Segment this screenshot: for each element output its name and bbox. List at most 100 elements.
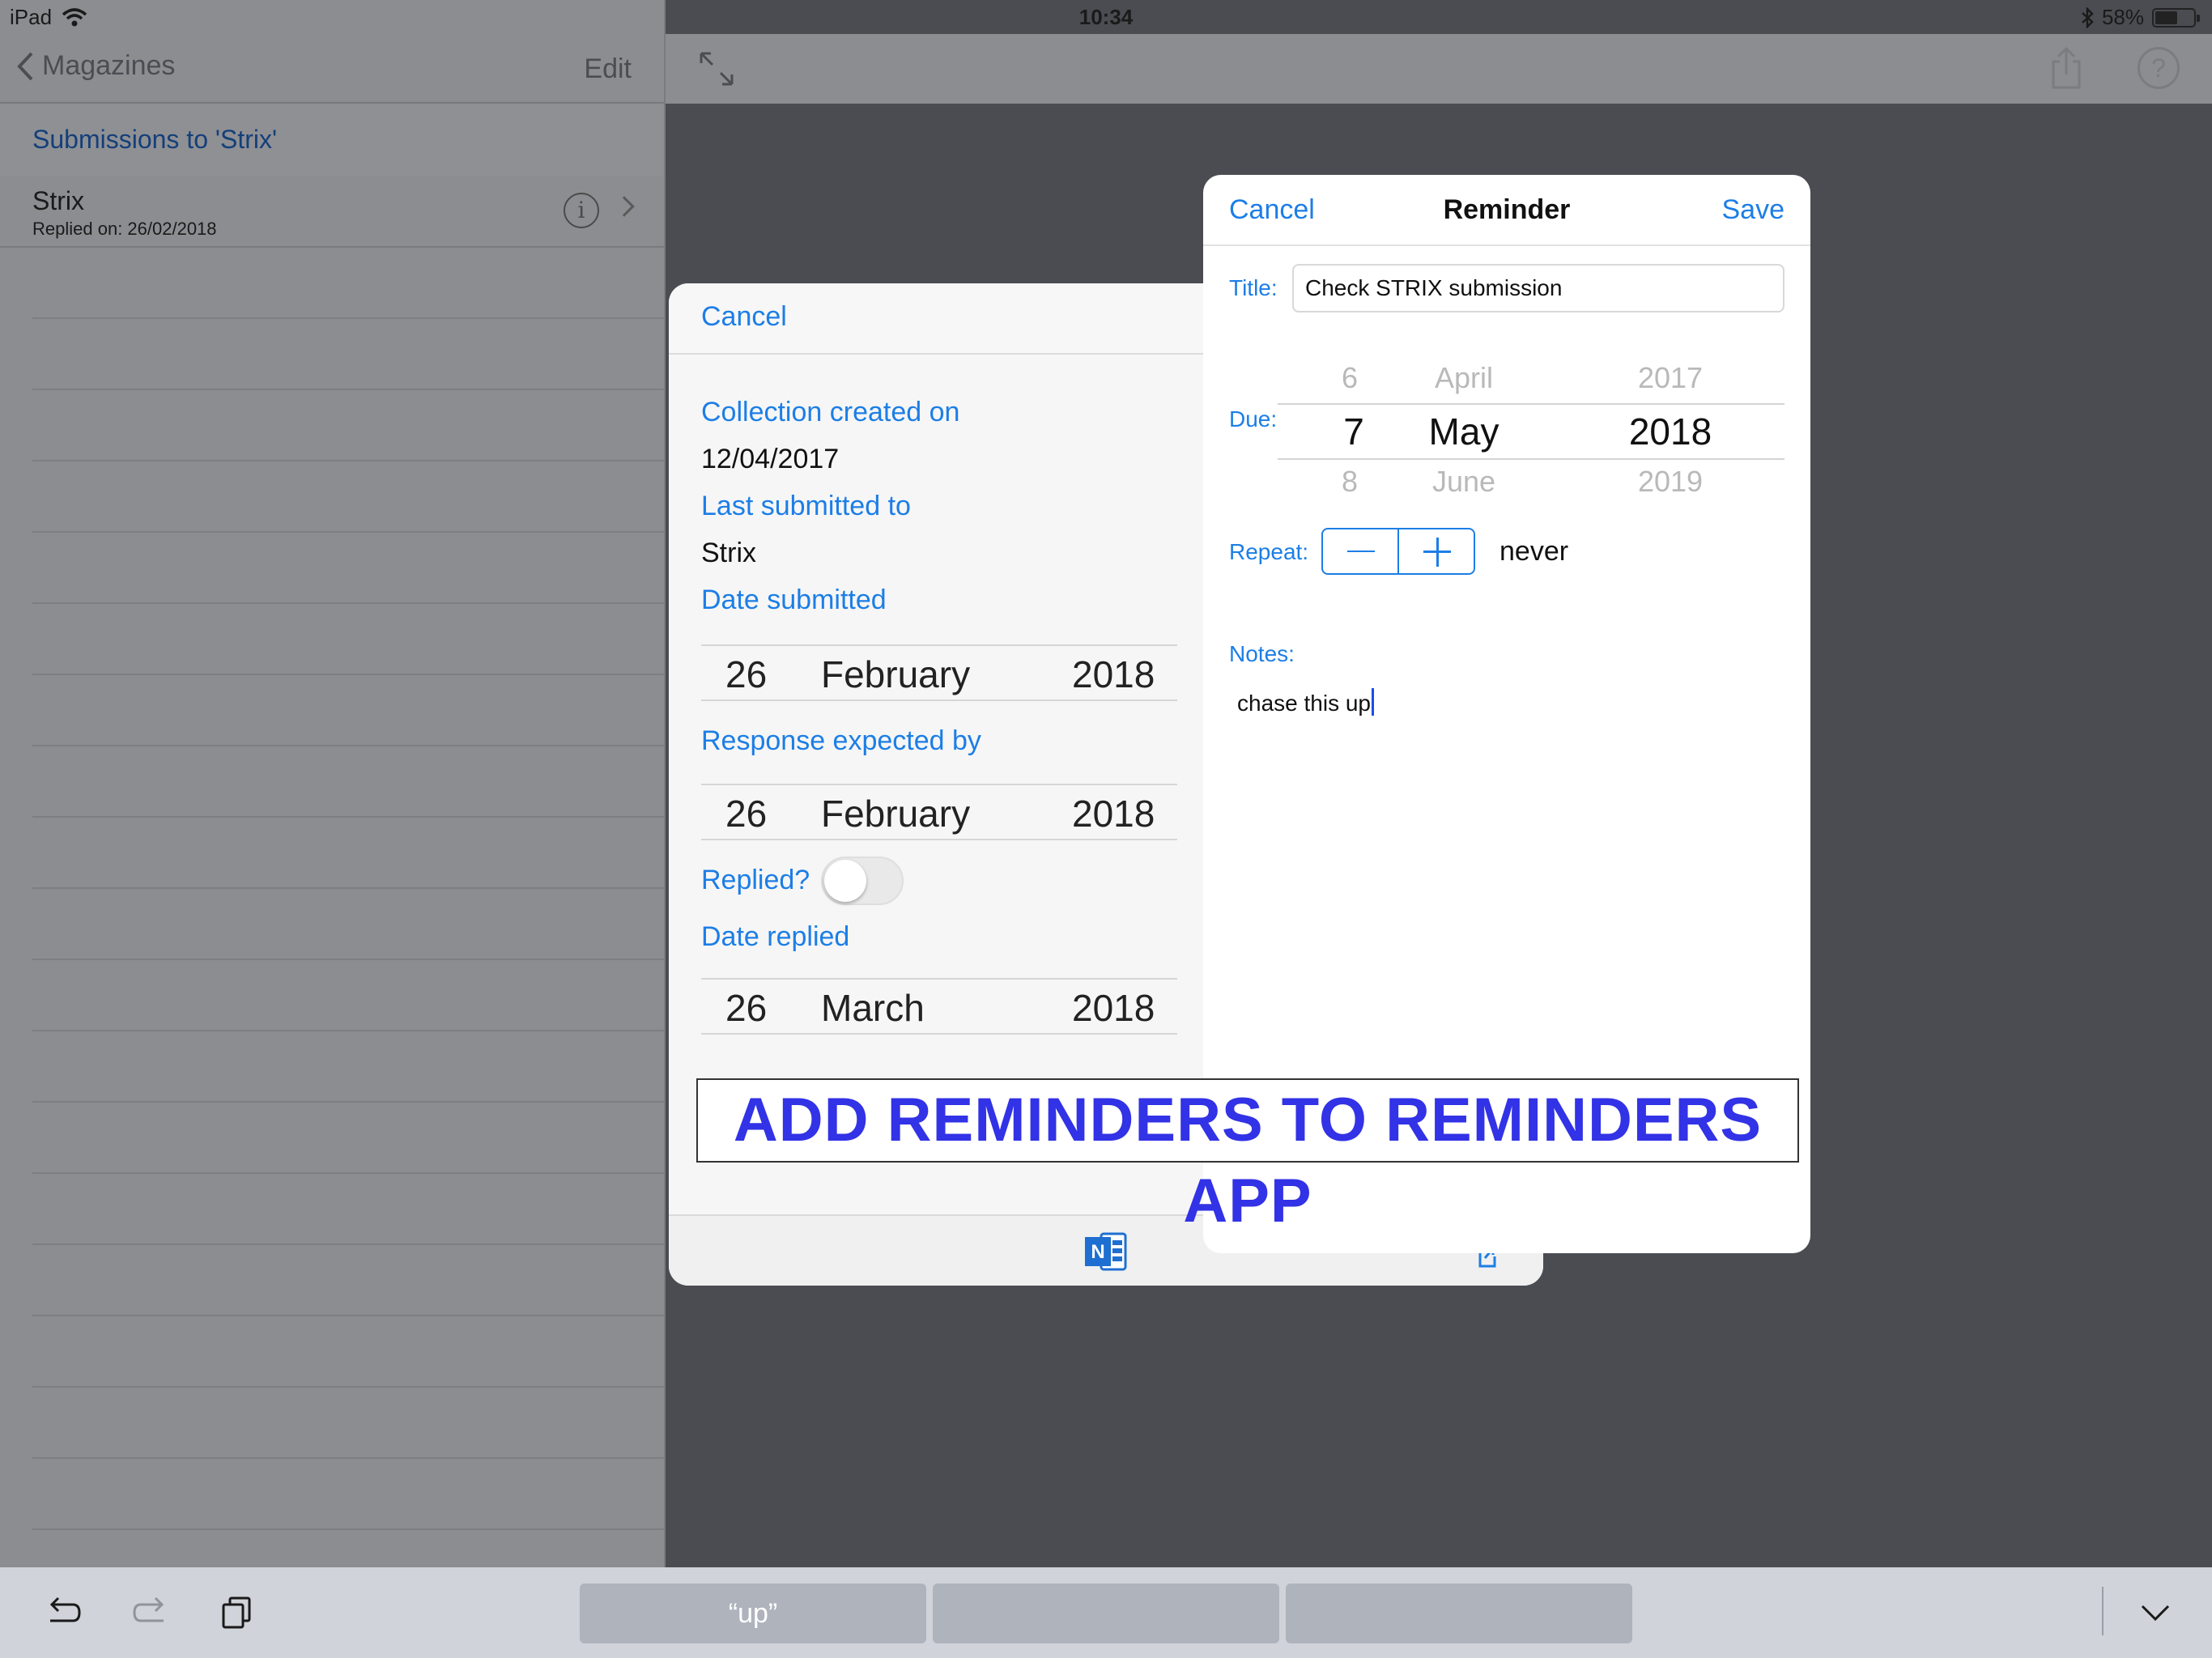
date-replied-label: Date replied: [701, 921, 850, 952]
share-icon[interactable]: [2048, 45, 2084, 91]
onenote-icon[interactable]: N: [1083, 1231, 1129, 1273]
text-cursor: [1372, 688, 1374, 716]
divider: [32, 1172, 664, 1174]
reminder-save-button[interactable]: Save: [1722, 194, 1785, 226]
replied-label: Replied?: [701, 865, 810, 895]
response-expected-label: Response expected by: [701, 725, 981, 756]
minus-icon: [1347, 551, 1375, 552]
divider: [32, 1528, 664, 1530]
reminder-popover-header: Cancel Reminder Save: [1203, 175, 1810, 246]
divider: [32, 1030, 664, 1031]
divider: [32, 959, 664, 960]
due-date-picker[interactable]: 6 April 2017 7 May 2018 8 June 2019: [1278, 350, 1784, 500]
status-right: 58%: [2081, 5, 2200, 30]
battery-percent: 58%: [2101, 5, 2144, 29]
divider: [32, 460, 664, 461]
picker-month: February: [821, 653, 971, 695]
picker-year: 2018: [1072, 793, 1155, 835]
date-submitted-label: Date submitted: [701, 585, 887, 615]
divider: [32, 1457, 664, 1459]
stepper-increment-button[interactable]: [1397, 529, 1474, 573]
title-label: Title:: [1229, 275, 1278, 300]
list-item-title: Strix: [32, 186, 84, 215]
picker-month-selected: May: [1428, 410, 1499, 453]
list-item[interactable]: Strix Replied on: 26/02/2018 i: [0, 176, 664, 248]
divider: [32, 816, 664, 818]
picker-day-selected: 7: [1343, 410, 1364, 453]
repeat-label: Repeat:: [1229, 539, 1309, 564]
edit-button[interactable]: Edit: [584, 53, 632, 85]
picker-month-next: June: [1431, 465, 1496, 498]
collection-cancel-button[interactable]: Cancel: [701, 301, 787, 333]
picker-day: 26: [725, 653, 768, 695]
divider: [32, 389, 664, 390]
undo-icon[interactable]: [42, 1592, 84, 1634]
list-item-subtitle: Replied on: 26/02/2018: [32, 219, 217, 239]
divider: [32, 1386, 664, 1388]
suggestion-3[interactable]: [1286, 1584, 1632, 1643]
divider: [2102, 1587, 2104, 1635]
notes-label: Notes:: [1229, 641, 1295, 666]
picker-month: February: [821, 793, 971, 835]
master-navbar: Magazines Edit: [0, 34, 664, 104]
response-expected-picker[interactable]: 26 February 2018: [701, 784, 1177, 840]
divider: [32, 745, 664, 746]
toggle-knob: [824, 860, 866, 902]
bluetooth-icon: [2082, 6, 2094, 28]
stepper-decrement-button[interactable]: [1323, 529, 1397, 573]
paste-icon[interactable]: [217, 1592, 259, 1634]
divider: [32, 1315, 664, 1316]
redo-icon[interactable]: [130, 1592, 172, 1634]
due-label: Due:: [1229, 406, 1278, 432]
date-submitted-picker[interactable]: 26 February 2018: [701, 644, 1177, 701]
section-title: Submissions to 'Strix': [32, 125, 278, 154]
master-pane: Magazines Edit Submissions to 'Strix' St…: [0, 0, 664, 1567]
picker-day-next: 8: [1341, 465, 1359, 498]
expand-icon[interactable]: [698, 50, 735, 87]
collection-created-label: Collection created on: [701, 397, 960, 427]
suggestion-1[interactable]: “up”: [580, 1584, 926, 1643]
info-icon[interactable]: i: [564, 193, 599, 228]
split-divider: [664, 0, 666, 1567]
keyboard-shortcut-bar: “up”: [0, 1567, 2212, 1658]
picker-day: 26: [725, 987, 768, 1029]
divider: [32, 674, 664, 675]
picker-month-prev: April: [1434, 361, 1494, 394]
picker-year: 2018: [1072, 653, 1155, 695]
last-submitted-label: Last submitted to: [701, 491, 911, 521]
date-replied-picker[interactable]: 26 March 2018: [701, 978, 1177, 1035]
divider: [32, 531, 664, 533]
detail-toolbar: [666, 34, 2212, 104]
divider: [32, 887, 664, 889]
chevron-right-icon: [614, 196, 635, 217]
picker-year-selected: 2018: [1628, 410, 1712, 453]
reminder-title-field[interactable]: [1292, 264, 1784, 312]
collection-created-value: 12/04/2017: [701, 444, 840, 474]
battery-fill: [2155, 11, 2177, 24]
picker-month: March: [821, 987, 925, 1029]
picker-year: 2018: [1072, 987, 1155, 1029]
repeat-stepper: [1321, 528, 1475, 575]
divider: [32, 317, 664, 319]
status-time: 10:34: [1078, 5, 1134, 29]
section-header: Submissions to 'Strix': [0, 104, 664, 176]
promo-banner: ADD REMINDERS TO REMINDERS APP: [696, 1078, 1799, 1235]
divider: [32, 1244, 664, 1245]
suggestion-2[interactable]: [933, 1584, 1279, 1643]
repeat-value: never: [1499, 536, 1569, 567]
back-button[interactable]: Magazines: [16, 50, 175, 82]
help-icon[interactable]: ?: [2138, 47, 2180, 89]
chevron-down-icon[interactable]: [2136, 1596, 2175, 1629]
status-bar: iPad 10:34 58%: [0, 0, 2212, 34]
divider: [32, 1101, 664, 1103]
replied-toggle[interactable]: [821, 857, 904, 905]
back-button-label: Magazines: [42, 50, 176, 81]
reminder-title: Reminder: [1443, 194, 1571, 225]
divider: [32, 602, 664, 604]
picker-year-next: 2019: [1637, 465, 1704, 498]
notes-text: chase this up: [1237, 691, 1371, 716]
last-submitted-value: Strix: [701, 538, 756, 568]
picker-day-prev: 6: [1341, 361, 1359, 394]
svg-text:N: N: [1091, 1241, 1104, 1263]
notes-field[interactable]: chase this up: [1237, 688, 1374, 716]
